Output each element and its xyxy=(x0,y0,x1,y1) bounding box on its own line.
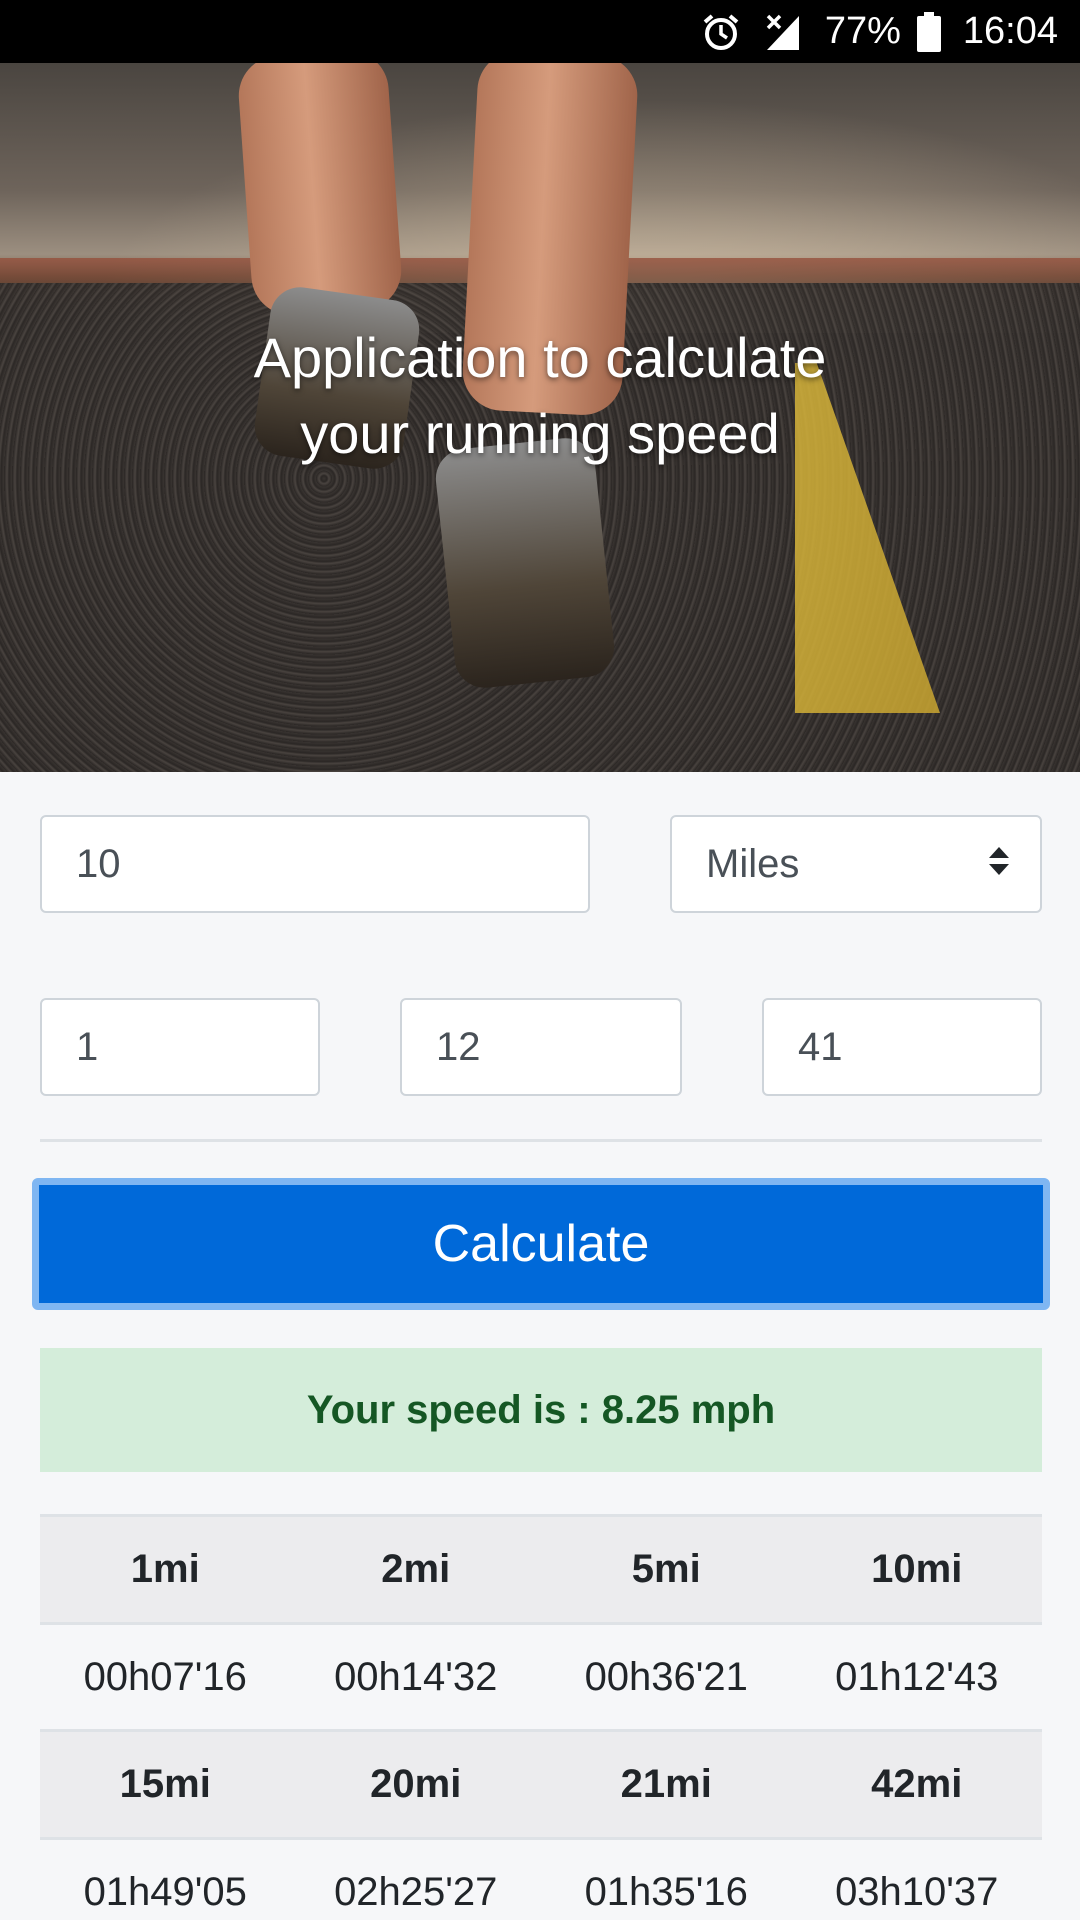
distance-cell: 5mi xyxy=(541,1514,792,1624)
time-cell: 00h36'21 xyxy=(541,1622,792,1731)
select-arrows-icon xyxy=(988,842,1010,887)
speed-result-alert: Your speed is : 8.25 mph xyxy=(40,1348,1042,1472)
distance-cell: 15mi xyxy=(40,1729,291,1839)
battery-percent: 77% xyxy=(824,10,901,52)
hours-input[interactable]: 1 xyxy=(40,998,320,1096)
seconds-input[interactable]: 41 xyxy=(762,998,1042,1096)
distance-value: 10 xyxy=(76,841,121,886)
alarm-icon xyxy=(701,12,741,52)
minutes-value: 12 xyxy=(436,1024,481,1069)
seconds-value: 41 xyxy=(798,1024,843,1069)
page-title: Application to calculate your running sp… xyxy=(0,320,1080,472)
title-line-2: your running speed xyxy=(300,402,780,465)
hero-runner-shoe xyxy=(432,435,618,691)
calculate-button[interactable]: Calculate xyxy=(32,1178,1050,1310)
distance-cell: 1mi xyxy=(40,1514,291,1624)
clock-time: 16:04 xyxy=(962,10,1058,52)
time-cell: 00h14'32 xyxy=(290,1622,541,1731)
unit-selected: Miles xyxy=(706,841,800,886)
distance-cell: 21mi xyxy=(541,1729,792,1839)
unit-select[interactable]: Miles xyxy=(670,815,1042,913)
table-row: 01h49'05 02h25'27 01h35'16 03h10'37 xyxy=(40,1837,1042,1920)
table-row: 1mi 2mi 5mi 10mi xyxy=(40,1514,1042,1624)
distance-cell: 2mi xyxy=(290,1514,541,1624)
time-cell: 03h10'37 xyxy=(791,1837,1042,1920)
table-row: 15mi 20mi 21mi 42mi xyxy=(40,1729,1042,1839)
distance-input[interactable]: 10 xyxy=(40,815,590,913)
hero-banner: Application to calculate your running sp… xyxy=(0,63,1080,772)
time-cell: 01h49'05 xyxy=(40,1837,291,1920)
time-cell: 01h12'43 xyxy=(791,1622,1042,1731)
hours-value: 1 xyxy=(76,1024,99,1069)
minutes-input[interactable]: 12 xyxy=(400,998,682,1096)
no-signal-icon xyxy=(763,12,803,52)
distance-cell: 42mi xyxy=(791,1729,1042,1839)
time-cell: 02h25'27 xyxy=(290,1837,541,1920)
battery-icon xyxy=(916,11,941,52)
status-bar: 77% 16:04 xyxy=(0,0,1080,63)
pace-table: 1mi 2mi 5mi 10mi 00h07'16 00h14'32 00h36… xyxy=(40,1514,1042,1920)
time-cell: 00h07'16 xyxy=(40,1622,291,1731)
time-cell: 01h35'16 xyxy=(541,1837,792,1920)
title-line-1: Application to calculate xyxy=(253,326,827,389)
hero-runner-leg xyxy=(236,63,404,318)
distance-cell: 10mi xyxy=(791,1514,1042,1624)
divider xyxy=(40,1139,1042,1142)
table-row: 00h07'16 00h14'32 00h36'21 01h12'43 xyxy=(40,1622,1042,1731)
distance-cell: 20mi xyxy=(290,1729,541,1839)
